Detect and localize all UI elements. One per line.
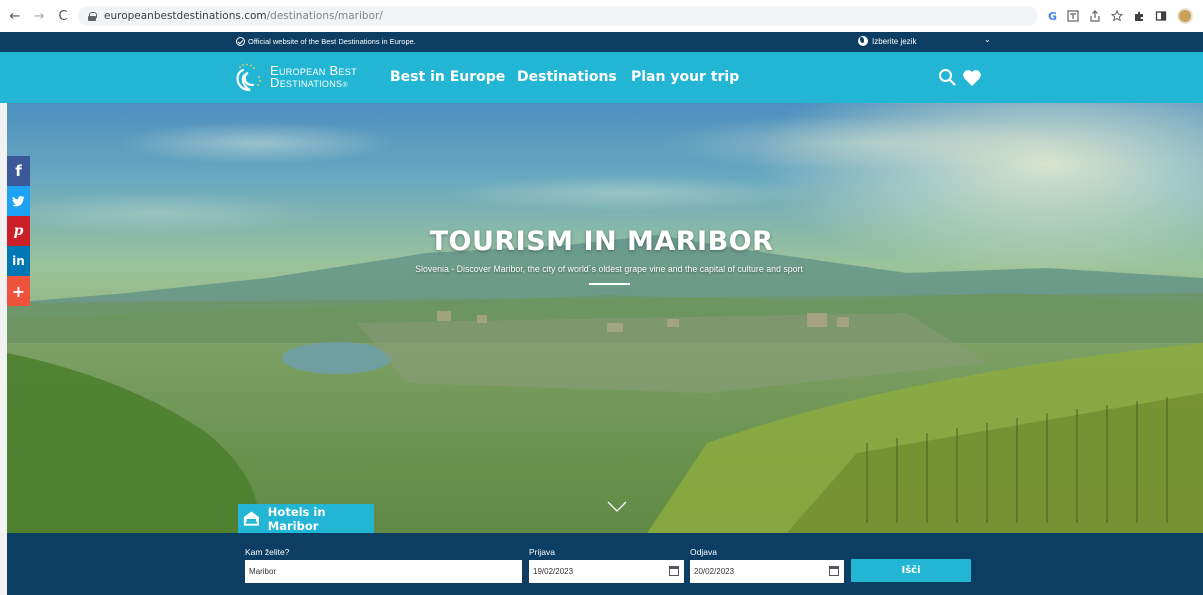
- profile-avatar[interactable]: [1177, 8, 1193, 24]
- hero-town-vineyard-scene: [7, 293, 1203, 533]
- extensions-puzzle-icon[interactable]: [1133, 10, 1145, 22]
- search-icon[interactable]: [938, 68, 956, 86]
- calendar-icon[interactable]: [669, 566, 679, 576]
- hero-subtitle: Slovenia - Discover Maribor, the city of…: [415, 264, 803, 274]
- linkedin-share-button[interactable]: in: [7, 246, 30, 276]
- hero-title: TOURISM IN MARIBOR: [429, 226, 774, 257]
- checkin-value: 19/02/2023: [533, 567, 574, 576]
- checkout-date-input[interactable]: 20/02/2023: [690, 560, 844, 583]
- hotels-tab[interactable]: Hotels in Maribor: [238, 504, 374, 533]
- search-hotels-button[interactable]: Išči: [851, 559, 971, 582]
- bookmark-star-icon[interactable]: [1111, 10, 1123, 22]
- reload-icon[interactable]: C: [54, 9, 72, 24]
- nav-best-in-europe[interactable]: Best in Europe: [390, 69, 505, 85]
- language-selector[interactable]: Izberite jezik: [858, 36, 916, 46]
- language-label: Izberite jezik: [872, 36, 917, 46]
- hotel-search-bar: Kam želite? Maribor Prijava 19/02/2023 O…: [7, 533, 1203, 595]
- logo-wordmark: European Best Destinations®: [270, 64, 357, 92]
- scroll-down-chevron-icon[interactable]: [607, 501, 627, 513]
- logo-registered: ®: [342, 81, 348, 89]
- translate-page-icon[interactable]: [1067, 10, 1079, 22]
- pinterest-icon: p: [13, 223, 24, 239]
- twitter-share-button[interactable]: [7, 186, 30, 216]
- destination-value: Maribor: [249, 567, 277, 576]
- destination-label: Kam želite?: [245, 547, 290, 557]
- page-left-edge: [0, 32, 7, 595]
- river-lake: [282, 342, 392, 374]
- site-logo[interactable]: European Best Destinations®: [233, 61, 357, 95]
- url-path: /destinations/maribor/: [266, 10, 383, 22]
- hero-title-underline: [589, 283, 630, 285]
- checkin-label: Prijava: [529, 547, 555, 557]
- official-site-notice: Official website of the Best Destination…: [236, 37, 416, 46]
- facebook-share-button[interactable]: f: [7, 156, 30, 186]
- google-translate-icon[interactable]: G: [1048, 10, 1057, 23]
- address-bar[interactable]: europeanbestdestinations.com/destination…: [78, 6, 1038, 26]
- globe-icon: [858, 36, 868, 46]
- hotels-tab-label: Hotels in Maribor: [267, 504, 326, 533]
- calendar-icon[interactable]: [829, 566, 839, 576]
- destination-input[interactable]: Maribor: [245, 560, 522, 583]
- logo-line-2: Destinations: [270, 74, 343, 90]
- plus-icon: +: [11, 281, 26, 301]
- hero-banner: [7, 103, 1203, 533]
- lock-icon: [88, 11, 97, 21]
- main-navigation: European Best Destinations® Best in Euro…: [0, 52, 1203, 103]
- facebook-icon: f: [15, 162, 22, 180]
- heart-favorites-icon[interactable]: [962, 69, 982, 87]
- twitter-bird-icon: [12, 195, 25, 206]
- checkout-value: 20/02/2023: [694, 567, 735, 576]
- back-arrow-icon[interactable]: ←: [6, 9, 24, 24]
- check-circle-icon: [236, 37, 245, 46]
- hero-sky-clouds: [7, 103, 1203, 243]
- browser-extensions: G: [1048, 8, 1193, 24]
- checkin-date-input[interactable]: 19/02/2023: [529, 560, 684, 583]
- nav-plan-your-trip[interactable]: Plan your trip: [631, 69, 739, 85]
- share-icon[interactable]: [1089, 10, 1101, 22]
- search-button-label: Išči: [901, 565, 921, 576]
- hotel-bed-icon: [243, 510, 259, 526]
- pinterest-share-button[interactable]: p: [7, 216, 30, 246]
- social-share-sidebar: f p in +: [7, 156, 30, 306]
- more-share-button[interactable]: +: [7, 276, 30, 306]
- url-domain: europeanbestdestinations.com: [104, 10, 267, 22]
- logo-swirl-icon: [236, 63, 261, 92]
- side-panel-icon[interactable]: [1155, 10, 1167, 22]
- browser-toolbar: ← → C europeanbestdestinations.com/desti…: [0, 0, 1203, 32]
- nav-destinations[interactable]: Destinations: [517, 69, 617, 85]
- checkout-label: Odjava: [690, 547, 717, 557]
- forward-arrow-icon[interactable]: →: [30, 9, 48, 24]
- official-text: Official website of the Best Destination…: [248, 37, 416, 46]
- linkedin-icon: in: [12, 254, 25, 268]
- top-info-strip: Official website of the Best Destination…: [0, 32, 1203, 52]
- chevron-down-icon[interactable]: ⌄: [984, 35, 991, 44]
